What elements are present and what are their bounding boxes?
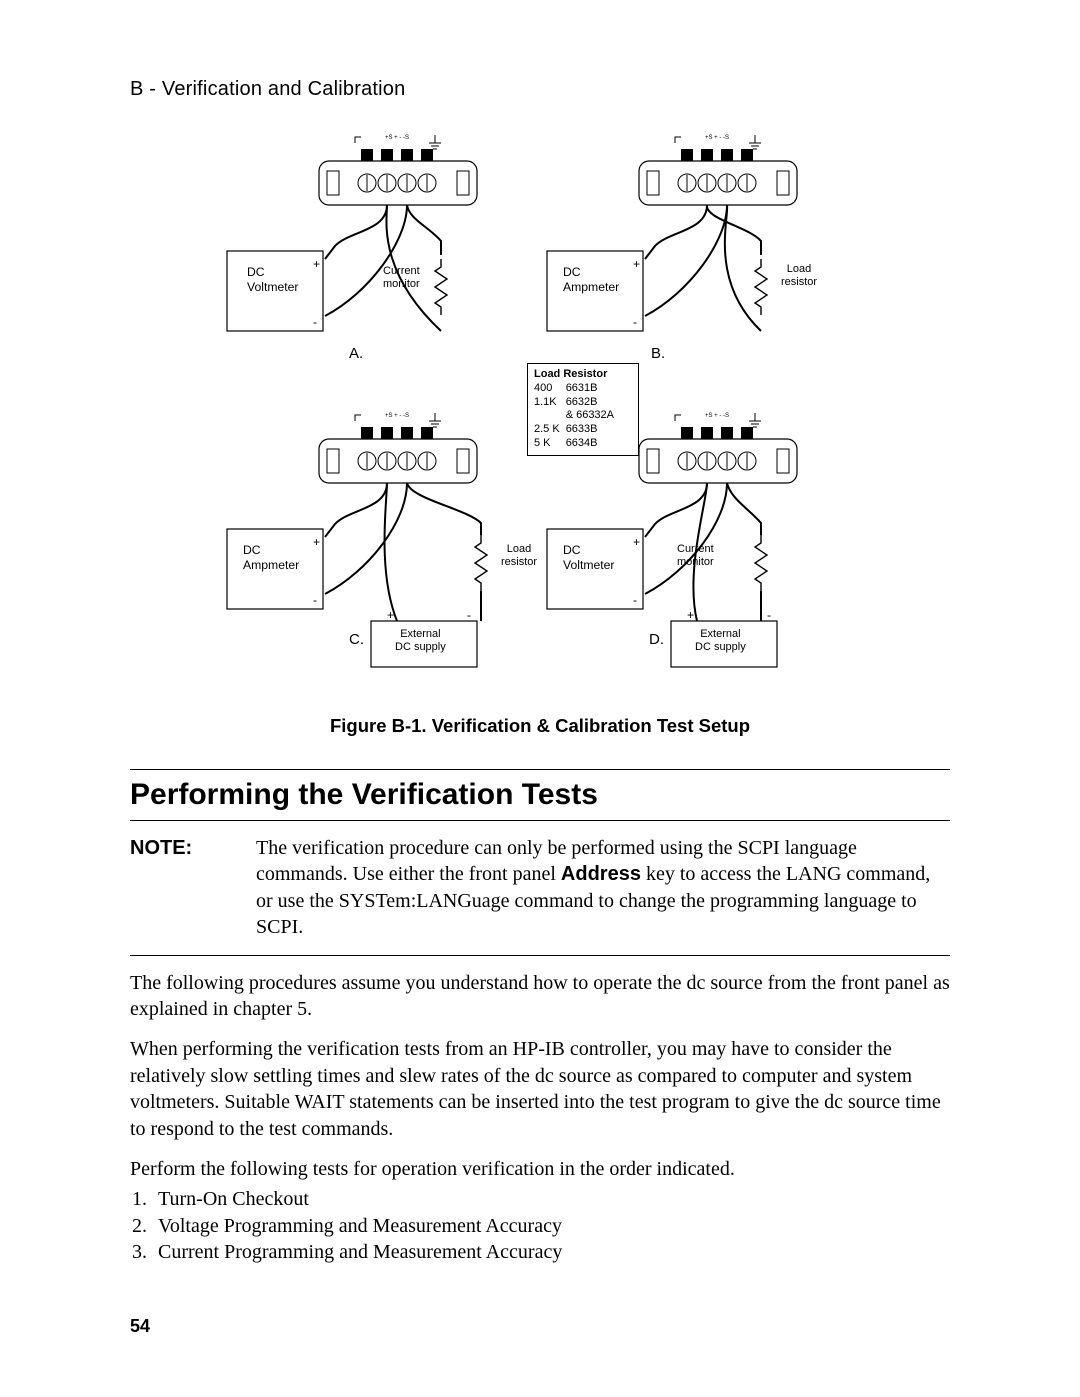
paragraph-3: Perform the following tests for operatio…: [130, 1156, 950, 1182]
note-text: The verification procedure can only be p…: [256, 835, 948, 941]
section-b-letter: B.: [651, 345, 665, 362]
minus-ds: -: [767, 608, 771, 623]
rule-top: [130, 769, 950, 770]
minus-a: -: [313, 315, 317, 330]
load-resistor-lookup-box: Load Resistor 4006631B 1.1K6632B & 66332…: [527, 363, 639, 456]
rule-mid: [130, 820, 950, 821]
rule-bottom: [130, 955, 950, 956]
meter-c-label: DC Ampmeter: [243, 543, 299, 574]
section-a-letter: A.: [349, 345, 363, 362]
minus-b: -: [633, 315, 637, 330]
load-resistor-c: Load resistor: [501, 543, 537, 569]
minus-cs: -: [467, 608, 471, 623]
figure-caption: Figure B-1. Verification & Calibration T…: [130, 715, 950, 737]
plus-c: +: [313, 535, 320, 550]
paragraph-1: The following procedures assume you unde…: [130, 970, 950, 1023]
list-item: Current Programming and Measurement Accu…: [152, 1239, 950, 1265]
note-label: NOTE:: [130, 835, 256, 941]
minus-d: -: [633, 593, 637, 608]
section-d-letter: D.: [649, 631, 664, 648]
verification-setup-figure: +S + - -S: [209, 131, 871, 687]
current-monitor-a: Current monitor: [383, 265, 420, 291]
current-monitor-d: Current monitor: [677, 543, 714, 569]
list-item: Voltage Programming and Measurement Accu…: [152, 1213, 950, 1239]
plus-d: +: [633, 535, 640, 550]
note-bold: Address: [561, 863, 641, 885]
meter-d-label: DC Voltmeter: [563, 543, 614, 574]
note-block: NOTE: The verification procedure can onl…: [130, 835, 950, 941]
meter-a-label: DC Voltmeter: [247, 265, 298, 296]
load-resistor-table: 4006631B 1.1K6632B & 66332A 2.5 K6633B 5…: [534, 382, 620, 451]
page-number: 54: [130, 1316, 150, 1337]
external-dc-d: External DC supply: [695, 628, 746, 654]
load-resistor-b: Load resistor: [781, 263, 817, 289]
section-heading: Performing the Verification Tests: [130, 778, 950, 812]
page: B - Verification and Calibration: [0, 0, 1080, 1397]
plus-a: +: [313, 257, 320, 272]
page-header: B - Verification and Calibration: [130, 78, 950, 101]
plus-ds: +: [687, 608, 694, 623]
meter-b-label: DC Ampmeter: [563, 265, 619, 296]
minus-c: -: [313, 593, 317, 608]
verification-test-list: Turn-On Checkout Voltage Programming and…: [130, 1186, 950, 1265]
external-dc-c: External DC supply: [395, 628, 446, 654]
section-c-letter: C.: [349, 631, 364, 648]
load-resistor-box-title: Load Resistor: [534, 368, 632, 382]
plus-cs: +: [387, 608, 394, 623]
paragraph-2: When performing the verification tests f…: [130, 1036, 950, 1142]
list-item: Turn-On Checkout: [152, 1186, 950, 1212]
plus-b: +: [633, 257, 640, 272]
